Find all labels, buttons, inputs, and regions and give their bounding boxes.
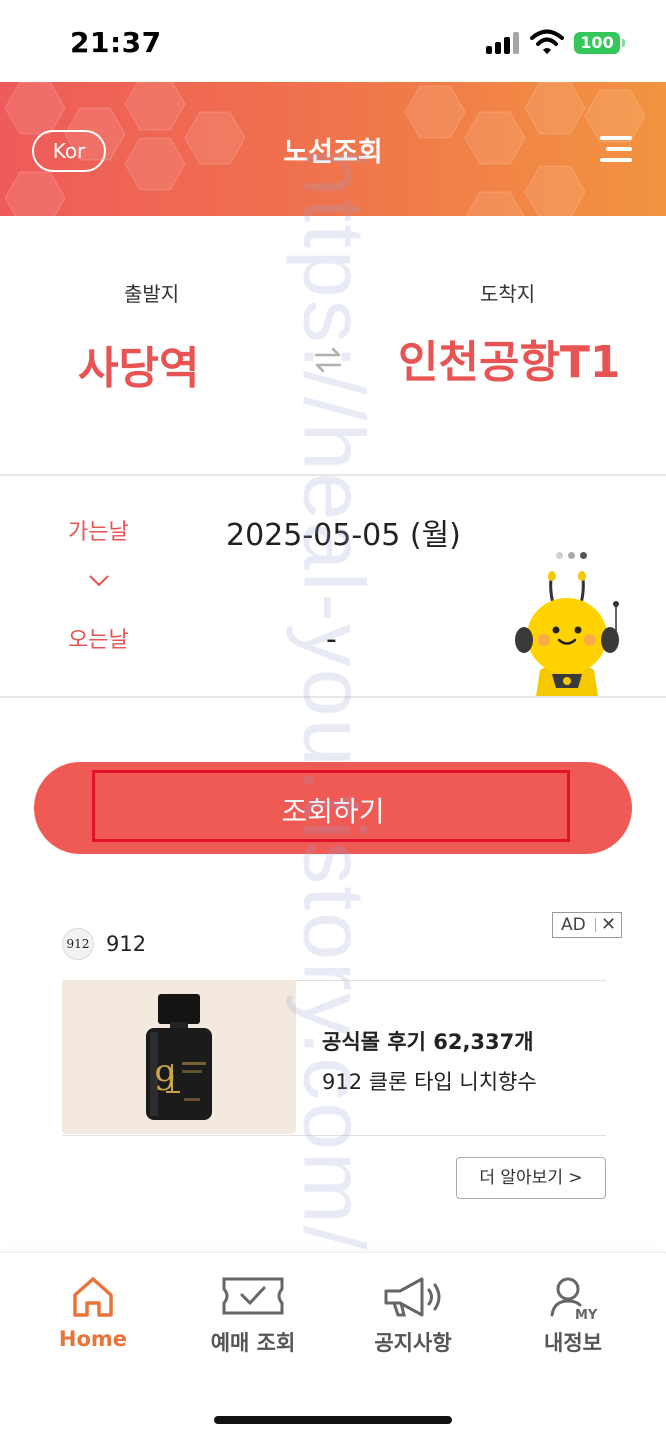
search-button[interactable]: 조회하기 [34, 762, 632, 854]
nav-label-my-info: 내정보 [544, 1331, 602, 1355]
nav-item-reservations[interactable]: 예매 조회 [170, 1253, 336, 1383]
status-bar: 21:37 100 [0, 0, 666, 82]
ad-label: AD [561, 915, 586, 935]
outbound-date-label: 가는날 [68, 520, 129, 545]
hamburger-menu-icon[interactable] [598, 134, 632, 164]
page-title: 노선조회 [283, 137, 383, 168]
nav-item-home[interactable]: Home [10, 1253, 176, 1383]
nav-item-my-info[interactable]: MY 내정보 [490, 1253, 656, 1383]
home-indicator [214, 1416, 452, 1424]
app-header: Kor 노선조회 [0, 82, 666, 216]
ad-description[interactable]: 912 클론 타입 니치향수 [322, 1066, 537, 1096]
brand-logo[interactable]: 912 [62, 928, 94, 960]
ad-headline[interactable]: 공식몰 후기 62,337개 [322, 1026, 534, 1056]
ticket-icon [222, 1277, 284, 1315]
section-divider [0, 696, 666, 698]
megaphone-icon [384, 1277, 441, 1317]
svg-text:MY: MY [575, 1308, 598, 1321]
wifi-icon [530, 29, 564, 54]
perfume-bottle-icon: 9 [146, 994, 212, 1120]
nav-label-reservations: 예매 조회 [210, 1331, 296, 1355]
ad-separator [595, 918, 596, 932]
bottom-navigation: Home 예매 조회 공지사항 MY 내정보 [0, 1252, 666, 1440]
arrival-label: 도착지 [480, 282, 536, 306]
ad-divider [62, 1135, 606, 1136]
chevron-down-icon [89, 575, 109, 587]
status-time: 21:37 [70, 26, 162, 59]
swap-stations-icon[interactable] [310, 342, 346, 378]
nav-item-notices[interactable]: 공지사항 [330, 1253, 496, 1383]
home-icon [73, 1277, 113, 1317]
return-date-value[interactable]: - [326, 622, 337, 657]
return-date-label: 오는날 [68, 628, 129, 653]
brand-name[interactable]: 912 [106, 932, 146, 956]
nav-label-home: Home [58, 1327, 128, 1351]
close-icon[interactable]: ✕ [601, 913, 616, 937]
outbound-date-value[interactable]: 2025-05-05 (월) [226, 510, 461, 554]
ad-badge[interactable]: AD ✕ [552, 912, 622, 938]
battery-indicator: 100 [574, 32, 625, 54]
carousel-dots [556, 552, 590, 560]
departure-station-button[interactable]: 사당역 [78, 332, 199, 396]
learn-more-button[interactable]: 더 알아보기 > [456, 1157, 606, 1199]
station-selector: 출발지 사당역 도착지 인천공항T1 [0, 216, 666, 474]
cellular-signal-icon [486, 32, 522, 54]
arrival-station-button[interactable]: 인천공항T1 [398, 326, 621, 390]
user-my-icon: MY [550, 1277, 598, 1321]
perfume-product-image[interactable]: 9 [62, 980, 296, 1134]
bee-mascot-image [515, 571, 619, 696]
nav-label-notices: 공지사항 [374, 1331, 452, 1355]
departure-label: 출발지 [124, 282, 180, 306]
search-button-label: 조회하기 [281, 795, 385, 828]
date-selector: 가는날 2025-05-05 (월) 오는날 - [0, 476, 666, 696]
